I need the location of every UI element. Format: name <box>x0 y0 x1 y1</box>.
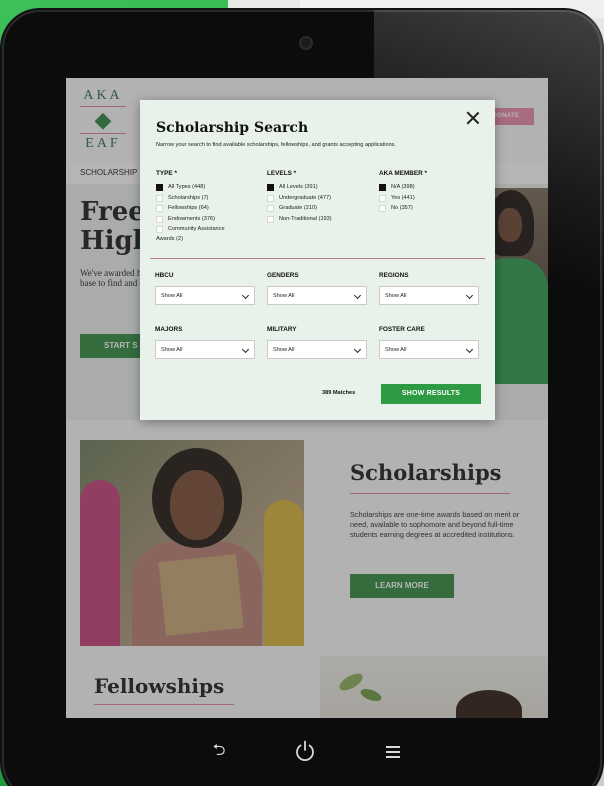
aka-member-heading: AKA MEMBER * <box>379 170 428 177</box>
select-value: Show All <box>385 293 407 299</box>
type-option-endowments[interactable]: Endowments (376) <box>156 215 262 227</box>
aka-member-filter-group: AKA MEMBER * N/A (398) Yes (441) No (357… <box>379 170 485 216</box>
modal-title: Scholarship Search <box>156 120 309 136</box>
regions-filter: REGIONS Show All <box>379 272 479 305</box>
levels-heading: LEVELS * <box>267 170 297 177</box>
close-icon[interactable] <box>465 110 481 126</box>
levels-option-graduate[interactable]: Graduate (210) <box>267 205 373 216</box>
option-label: Non-Traditional (193) <box>279 215 332 222</box>
chevron-down-icon <box>241 345 250 354</box>
aka-member-option-yes[interactable]: Yes (441) <box>379 194 485 206</box>
type-option-scholarships[interactable]: Scholarships (7) <box>156 194 262 206</box>
option-label: N/A (398) <box>391 184 415 190</box>
military-select[interactable]: Show All <box>267 340 367 359</box>
scholarship-search-modal: Scholarship Search Narrow your search to… <box>140 100 495 420</box>
checkbox[interactable] <box>379 194 386 202</box>
modal-subtitle: Narrow your search to find available sch… <box>156 142 397 148</box>
regions-label: REGIONS <box>379 272 409 279</box>
select-value: Show All <box>161 293 183 299</box>
genders-select[interactable]: Show All <box>267 286 367 305</box>
chevron-down-icon <box>465 291 474 300</box>
option-label: Undergraduate (477) <box>279 194 331 201</box>
majors-select[interactable]: Show All <box>155 340 255 359</box>
checkbox[interactable] <box>156 184 163 191</box>
option-label: All Levels (391) <box>279 184 318 190</box>
checkbox[interactable] <box>267 194 274 202</box>
genders-filter: GENDERS Show All <box>267 272 367 305</box>
option-label: All Types (448) <box>168 184 206 190</box>
checkbox[interactable] <box>156 226 163 233</box>
option-label: Scholarships (7) <box>168 194 209 201</box>
levels-option-undergraduate[interactable]: Undergraduate (477) <box>267 194 373 206</box>
hbcu-label: HBCU <box>155 272 174 279</box>
select-value: Show All <box>385 347 407 353</box>
modal-divider <box>150 258 485 259</box>
checkbox[interactable] <box>379 184 386 191</box>
match-count: 389 Matches <box>322 390 356 396</box>
type-heading: TYPE * <box>156 170 177 177</box>
camera-icon <box>301 38 311 48</box>
option-label: Graduate (210) <box>279 205 317 211</box>
military-label: MILITARY <box>267 326 297 333</box>
select-value: Show All <box>161 347 183 353</box>
hbcu-filter: HBCU Show All <box>155 272 255 305</box>
majors-filter: MAJORS Show All <box>155 326 255 359</box>
checkbox[interactable] <box>156 205 163 212</box>
checkbox[interactable] <box>156 194 163 202</box>
checkbox[interactable] <box>379 205 386 212</box>
chevron-down-icon <box>353 291 362 300</box>
type-option-community-assistance[interactable]: Community Assistance <box>156 226 262 237</box>
type-filter-group: TYPE * All Types (448) Scholarships (7) … <box>156 170 262 242</box>
back-icon[interactable]: ⮌ <box>206 738 232 764</box>
foster-care-filter: FOSTER CARE Show All <box>379 326 479 359</box>
option-label: No (357) <box>391 205 413 211</box>
aka-member-option-no[interactable]: No (357) <box>379 205 485 216</box>
option-label: Yes (441) <box>391 194 415 201</box>
checkbox[interactable] <box>267 184 274 191</box>
levels-option-non-traditional[interactable]: Non-Traditional (193) <box>267 215 373 227</box>
menu-icon[interactable] <box>380 738 406 764</box>
genders-label: GENDERS <box>267 272 299 279</box>
checkbox[interactable] <box>267 205 274 212</box>
type-option-fellowships[interactable]: Fellowships (64) <box>156 205 262 216</box>
levels-filter-group: LEVELS * All Levels (391) Undergraduate … <box>267 170 373 226</box>
checkbox[interactable] <box>156 215 163 223</box>
tablet-screen: AKA ◆ EAF DONATE SCHOLARSHIP Free High W… <box>66 78 548 718</box>
checkbox[interactable] <box>267 215 274 223</box>
chevron-down-icon <box>353 345 362 354</box>
power-icon[interactable] <box>292 738 318 764</box>
show-results-button[interactable]: SHOW RESULTS <box>381 384 481 404</box>
levels-option-all[interactable]: All Levels (391) <box>267 184 373 195</box>
chevron-down-icon <box>465 345 474 354</box>
option-label: Endowments (376) <box>168 215 215 222</box>
select-value: Show All <box>273 293 295 299</box>
hbcu-select[interactable]: Show All <box>155 286 255 305</box>
option-label: Community Assistance <box>168 226 225 232</box>
majors-label: MAJORS <box>155 326 183 333</box>
foster-care-select[interactable]: Show All <box>379 340 479 359</box>
chevron-down-icon <box>241 291 250 300</box>
aka-member-option-na[interactable]: N/A (398) <box>379 184 485 195</box>
option-label: Fellowships (64) <box>168 205 209 211</box>
select-value: Show All <box>273 347 295 353</box>
foster-care-label: FOSTER CARE <box>379 326 425 333</box>
military-filter: MILITARY Show All <box>267 326 367 359</box>
type-option-all[interactable]: All Types (448) <box>156 184 262 195</box>
regions-select[interactable]: Show All <box>379 286 479 305</box>
